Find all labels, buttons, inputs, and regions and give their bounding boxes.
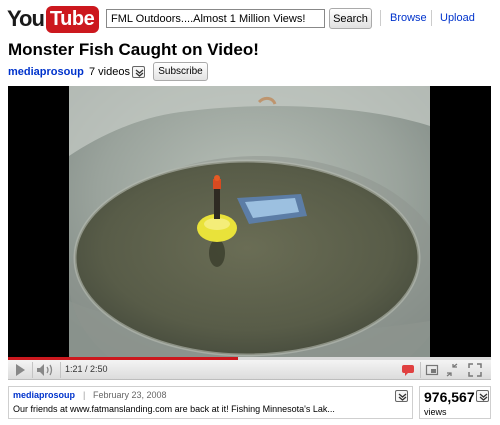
videos-dropdown-button[interactable] xyxy=(132,66,145,78)
chevron-down-icon xyxy=(479,393,488,401)
channel-link[interactable]: mediaprosoup xyxy=(8,66,84,78)
video-description: Our friends at www.fatmanslanding.com ar… xyxy=(13,404,335,414)
size-toggle-icon[interactable] xyxy=(445,363,459,382)
header-divider xyxy=(380,10,381,26)
search-input[interactable] xyxy=(106,9,325,28)
video-frame[interactable] xyxy=(69,86,430,358)
header-divider xyxy=(431,10,432,26)
youtube-logo[interactable]: You Tube xyxy=(7,4,100,34)
search-button[interactable]: Search xyxy=(329,8,372,29)
player-controls: 1:21 / 2:50 xyxy=(8,360,491,380)
fullscreen-icon[interactable] xyxy=(468,363,482,382)
chevron-down-icon xyxy=(398,393,407,401)
popout-icon[interactable] xyxy=(425,363,439,382)
logo-you-text: You xyxy=(7,6,45,31)
video-info-box: mediaprosoup | February 23, 2008 Our fri… xyxy=(8,386,413,419)
play-icon[interactable] xyxy=(14,363,26,382)
video-count[interactable]: 7 videos xyxy=(89,66,130,78)
upload-link[interactable]: Upload xyxy=(440,12,475,24)
logo-tube-text: Tube xyxy=(45,5,100,33)
controls-divider xyxy=(60,362,61,378)
view-count: 976,567 xyxy=(424,389,475,405)
volume-icon[interactable] xyxy=(36,363,58,382)
views-label: views xyxy=(424,407,447,417)
upload-date: February 23, 2008 xyxy=(93,390,167,400)
description-expand-button[interactable] xyxy=(395,390,408,402)
subscribe-button[interactable]: Subscribe xyxy=(153,62,208,81)
controls-divider xyxy=(420,362,421,378)
stats-expand-button[interactable] xyxy=(476,390,489,402)
video-player[interactable] xyxy=(8,86,491,358)
info-channel-link[interactable]: mediaprosoup xyxy=(13,390,75,400)
video-title: Monster Fish Caught on Video! xyxy=(8,40,259,59)
controls-divider xyxy=(32,362,33,378)
video-frame-image xyxy=(69,86,430,358)
view-count-box: 976,567 views xyxy=(419,386,491,419)
chevron-down-icon xyxy=(135,69,144,77)
browse-link[interactable]: Browse xyxy=(390,12,427,24)
time-display: 1:21 / 2:50 xyxy=(65,364,108,374)
info-separator: | xyxy=(83,390,86,400)
annotation-bubble-icon[interactable] xyxy=(401,363,415,382)
